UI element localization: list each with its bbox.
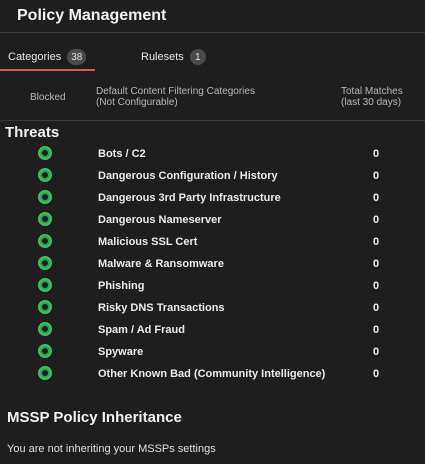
column-header-matches-line2: (last 30 days) xyxy=(341,97,402,108)
list-item: Malicious SSL Cert 0 xyxy=(0,231,425,253)
toggle-on-icon[interactable] xyxy=(38,256,52,270)
tab-categories[interactable]: Categories 38 xyxy=(0,44,95,70)
list-item: Spam / Ad Fraud 0 xyxy=(0,319,425,341)
toggle-on-icon[interactable] xyxy=(38,234,52,248)
list-item: Dangerous 3rd Party Infrastructure 0 xyxy=(0,187,425,209)
list-item: Phishing 0 xyxy=(0,275,425,297)
tab-categories-label: Categories xyxy=(8,51,62,63)
category-label: Other Known Bad (Community Intelligence) xyxy=(98,368,326,380)
list-item: Spyware 0 xyxy=(0,341,425,363)
match-count: 0 xyxy=(373,214,380,226)
category-label: Bots / C2 xyxy=(98,148,146,160)
mssp-heading: MSSP Policy Inheritance xyxy=(7,409,182,426)
page-title: Policy Management xyxy=(17,7,167,24)
match-count: 0 xyxy=(373,302,380,314)
toggle-on-icon[interactable] xyxy=(38,168,52,182)
column-header-blocked: Blocked xyxy=(30,92,66,103)
column-header-divider xyxy=(0,120,425,121)
match-count: 0 xyxy=(373,148,380,160)
category-label: Risky DNS Transactions xyxy=(98,302,225,314)
toggle-on-icon[interactable] xyxy=(38,344,52,358)
category-label: Phishing xyxy=(98,280,145,292)
tab-rulesets-label: Rulesets xyxy=(141,51,184,63)
match-count: 0 xyxy=(373,192,380,204)
list-item: Dangerous Nameserver 0 xyxy=(0,209,425,231)
match-count: 0 xyxy=(373,258,380,270)
match-count: 0 xyxy=(373,236,380,248)
match-count: 0 xyxy=(373,346,380,358)
category-label: Malware & Ransomware xyxy=(98,258,224,270)
toggle-on-icon[interactable] xyxy=(38,190,52,204)
match-count: 0 xyxy=(373,324,380,336)
category-label: Spyware xyxy=(98,346,144,358)
category-label: Dangerous 3rd Party Infrastructure xyxy=(98,192,281,204)
match-count: 0 xyxy=(373,368,380,380)
match-count: 0 xyxy=(373,280,380,292)
list-item: Dangerous Configuration / History 0 xyxy=(0,165,425,187)
list-item: Risky DNS Transactions 0 xyxy=(0,297,425,319)
category-label: Malicious SSL Cert xyxy=(98,236,198,248)
list-item: Bots / C2 0 xyxy=(0,143,425,165)
toggle-on-icon[interactable] xyxy=(38,322,52,336)
column-header-category-line1: Default Content Filtering Categories xyxy=(96,86,255,97)
toggle-on-icon[interactable] xyxy=(38,146,52,160)
toggle-on-icon[interactable] xyxy=(38,300,52,314)
category-label: Spam / Ad Fraud xyxy=(98,324,185,336)
mssp-status-text: You are not inheriting your MSSPs settin… xyxy=(7,443,216,455)
column-header-category: Default Content Filtering Categories (No… xyxy=(96,86,255,108)
toggle-on-icon[interactable] xyxy=(38,278,52,292)
threats-heading: Threats xyxy=(5,124,60,141)
category-label: Dangerous Configuration / History xyxy=(98,170,278,182)
list-item: Malware & Ransomware 0 xyxy=(0,253,425,275)
tab-categories-badge: 38 xyxy=(67,49,87,65)
toggle-on-icon[interactable] xyxy=(38,212,52,226)
column-header-category-line2: (Not Configurable) xyxy=(96,97,178,108)
list-item: Other Known Bad (Community Intelligence)… xyxy=(0,363,425,385)
active-tab-indicator xyxy=(0,69,95,71)
toggle-on-icon[interactable] xyxy=(38,366,52,380)
column-header-matches: Total Matches (last 30 days) xyxy=(341,86,403,108)
tab-rulesets-badge: 1 xyxy=(189,49,206,65)
threats-list: Bots / C2 0 Dangerous Configuration / Hi… xyxy=(0,143,425,385)
tab-rulesets[interactable]: Rulesets 1 xyxy=(141,44,206,70)
match-count: 0 xyxy=(373,170,380,182)
header-divider xyxy=(0,32,425,33)
category-label: Dangerous Nameserver xyxy=(98,214,222,226)
column-header-matches-line1: Total Matches xyxy=(341,86,403,97)
